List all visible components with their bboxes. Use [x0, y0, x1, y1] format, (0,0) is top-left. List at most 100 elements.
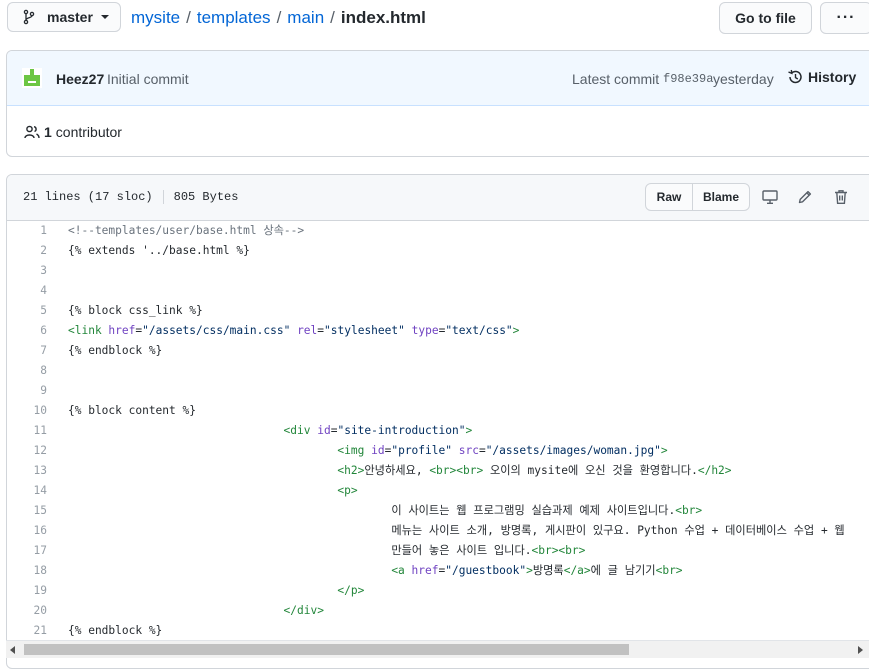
breadcrumb-templates-link[interactable]: templates	[197, 8, 271, 28]
code-line: 8	[7, 360, 869, 380]
line-count: 21 lines (17 sloc)	[23, 190, 153, 204]
horizontal-scrollbar[interactable]	[6, 640, 869, 658]
code-string: "/guestbook"	[445, 564, 527, 577]
breadcrumb-separator: /	[186, 8, 191, 27]
code-text: =	[478, 443, 486, 457]
line-number[interactable]: 17	[7, 544, 47, 557]
contributors-label: contributor	[55, 124, 122, 140]
code-line: 14 <p>	[7, 480, 869, 500]
history-icon	[788, 69, 802, 84]
line-number[interactable]: 14	[7, 484, 47, 497]
raw-button[interactable]: Raw	[646, 184, 693, 210]
code-tag: <div	[283, 423, 318, 437]
code-tag: >	[526, 564, 533, 577]
code-tag: <p>	[337, 483, 358, 497]
more-options-button[interactable]: ···	[820, 2, 869, 34]
line-number[interactable]: 9	[7, 384, 47, 397]
line-number[interactable]: 10	[7, 404, 47, 417]
scroll-left-arrow-icon[interactable]	[10, 646, 15, 654]
code-text: 오이의 mysite에 오신 것을 환영합니다.	[483, 464, 698, 477]
branch-name: master	[47, 9, 93, 25]
line-number[interactable]: 20	[7, 604, 47, 617]
code-tag: </h2>	[697, 464, 732, 477]
line-number[interactable]: 16	[7, 524, 47, 537]
code-tag: >	[465, 423, 473, 437]
code-line: 4	[7, 280, 869, 300]
line-number[interactable]: 21	[7, 624, 47, 637]
line-number[interactable]: 8	[7, 364, 47, 377]
commit-sha-link[interactable]: f98e39a	[663, 72, 713, 86]
pencil-icon[interactable]	[797, 189, 813, 205]
code-text: 안녕하세요,	[364, 464, 430, 477]
line-number[interactable]: 5	[7, 304, 47, 317]
breadcrumb-separator: /	[276, 8, 282, 27]
line-number[interactable]: 3	[7, 264, 47, 277]
line-number[interactable]: 15	[7, 504, 47, 517]
code-line: 19 </p>	[7, 580, 869, 600]
line-number[interactable]: 7	[7, 344, 47, 357]
code-tag: <img	[337, 443, 372, 457]
code-text: {% endblock %}	[68, 623, 163, 637]
commit-message-link[interactable]: Initial commit	[107, 71, 189, 87]
file-content-box: 21 lines (17 sloc) 805 Bytes Raw Blame 1…	[6, 174, 869, 669]
code-line: 9	[7, 380, 869, 400]
file-view-buttons: Raw Blame	[645, 183, 750, 211]
code-tag: </p>	[337, 583, 365, 597]
file-header: 21 lines (17 sloc) 805 Bytes Raw Blame	[7, 175, 869, 221]
code-text: 방명록	[532, 564, 564, 577]
line-number[interactable]: 11	[7, 424, 47, 437]
code-text: {% endblock %}	[68, 343, 163, 357]
code-line: 3	[7, 260, 869, 280]
code-string: "profile"	[391, 443, 452, 457]
code-tag: <link	[68, 323, 109, 337]
divider	[162, 190, 164, 204]
code-view: 1 <!--templates/user/base.html 상속--> 2 {% …	[7, 220, 869, 640]
line-number[interactable]: 19	[7, 584, 47, 597]
history-label: History	[808, 69, 857, 85]
code-text: 만들어 놓은 사이트 입니다.	[391, 544, 532, 557]
code-tag: </div>	[283, 603, 324, 617]
scroll-right-arrow-icon[interactable]	[858, 646, 863, 654]
blame-button[interactable]: Blame	[693, 184, 749, 210]
code-string: "/assets/images/woman.jpg"	[485, 443, 661, 457]
scrollbar-thumb[interactable]	[24, 644, 629, 655]
people-icon	[24, 125, 40, 139]
desktop-icon[interactable]	[762, 189, 778, 205]
code-tag: <h2>	[337, 464, 365, 477]
line-number[interactable]: 4	[7, 284, 47, 297]
code-attr: href	[108, 323, 136, 337]
contributors-count: 1	[44, 124, 52, 140]
chevron-down-icon	[100, 15, 109, 19]
branch-select-button[interactable]: master	[7, 2, 121, 32]
code-string: "text/css"	[445, 323, 513, 337]
line-number[interactable]: 12	[7, 444, 47, 457]
code-line: 15 이 사이트는 웹 프로그램밍 실습과제 예제 사이트입니다.<br>	[7, 500, 869, 520]
trash-icon[interactable]	[833, 189, 849, 205]
line-number[interactable]: 6	[7, 324, 47, 337]
code-line: 18 <a href="/guestbook">방명록</a>에 글 남기기<b…	[7, 560, 869, 580]
code-attr: type	[411, 323, 439, 337]
code-attr: id	[371, 443, 385, 457]
breadcrumb-main-link[interactable]: main	[287, 8, 324, 28]
breadcrumb-repo-link[interactable]: mysite	[131, 8, 180, 28]
line-number[interactable]: 2	[7, 244, 47, 257]
line-number[interactable]: 18	[7, 564, 47, 577]
git-branch-icon	[23, 9, 35, 25]
contributors-link[interactable]: 1 contributor	[24, 124, 122, 140]
code-text: {% block content %}	[68, 403, 196, 417]
history-link[interactable]: History	[787, 69, 856, 85]
line-number[interactable]: 13	[7, 464, 47, 477]
go-to-file-button[interactable]: Go to file	[719, 2, 812, 34]
code-tag: <br>	[655, 564, 683, 577]
line-number[interactable]: 1	[7, 224, 47, 237]
code-text: 에 글 남기기	[590, 564, 656, 577]
avatar[interactable]	[22, 68, 42, 88]
commit-author-link[interactable]: Heez27	[56, 71, 104, 87]
